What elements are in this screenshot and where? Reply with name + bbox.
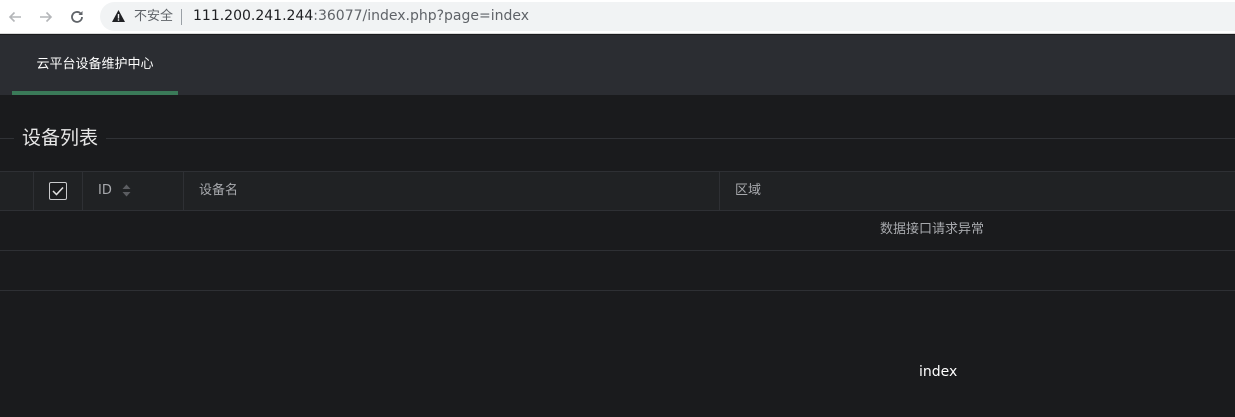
error-message: 数据接口请求异常: [880, 222, 985, 237]
column-label-id: ID: [98, 183, 112, 198]
security-label[interactable]: 不安全: [134, 9, 173, 24]
active-tab-indicator: [12, 91, 178, 95]
url-text[interactable]: 111.200.241.244:36077/index.php?page=ind…: [193, 8, 529, 25]
page-label: index: [919, 364, 958, 380]
url-host: 111.200.241.244: [193, 8, 314, 24]
column-header-device-name: 设备名: [184, 172, 720, 210]
table-header-spacer: [0, 172, 34, 210]
brand-title: 云平台设备维护中心: [36, 57, 154, 72]
page-title: 设备列表: [14, 126, 107, 150]
warning-icon: [112, 10, 125, 22]
nav-tab-home[interactable]: 云平台设备维护中心: [12, 35, 178, 95]
table-header: ID 设备名 区域: [0, 171, 1235, 211]
app-header: 云平台设备维护中心: [0, 35, 1235, 95]
select-all-cell: [34, 172, 83, 210]
device-table: ID 设备名 区域 数据接口请求异常: [0, 171, 1235, 291]
checkmark-icon: [52, 186, 64, 196]
table-pagination-row: [0, 251, 1235, 291]
address-bar[interactable]: 不安全 111.200.241.244:36077/index.php?page…: [100, 2, 1235, 31]
url-path: :36077/index.php?page=index: [313, 8, 530, 24]
section-divider: [0, 138, 1235, 139]
browser-toolbar: 不安全 111.200.241.244:36077/index.php?page…: [0, 0, 1235, 34]
select-all-checkbox[interactable]: [49, 182, 67, 200]
sort-icon[interactable]: [122, 184, 131, 197]
forward-arrow-icon: [40, 11, 53, 23]
forward-button[interactable]: [34, 5, 58, 29]
back-button[interactable]: [3, 5, 27, 29]
address-divider: [181, 9, 182, 25]
back-arrow-icon: [8, 11, 21, 23]
table-empty-row: 数据接口请求异常: [0, 211, 1235, 251]
column-label-device-name: 设备名: [199, 183, 239, 198]
column-header-region: 区域: [720, 172, 1235, 210]
reload-button[interactable]: [65, 5, 89, 29]
column-label-region: 区域: [735, 183, 762, 198]
reload-icon: [71, 11, 83, 23]
column-header-id[interactable]: ID: [83, 172, 184, 210]
